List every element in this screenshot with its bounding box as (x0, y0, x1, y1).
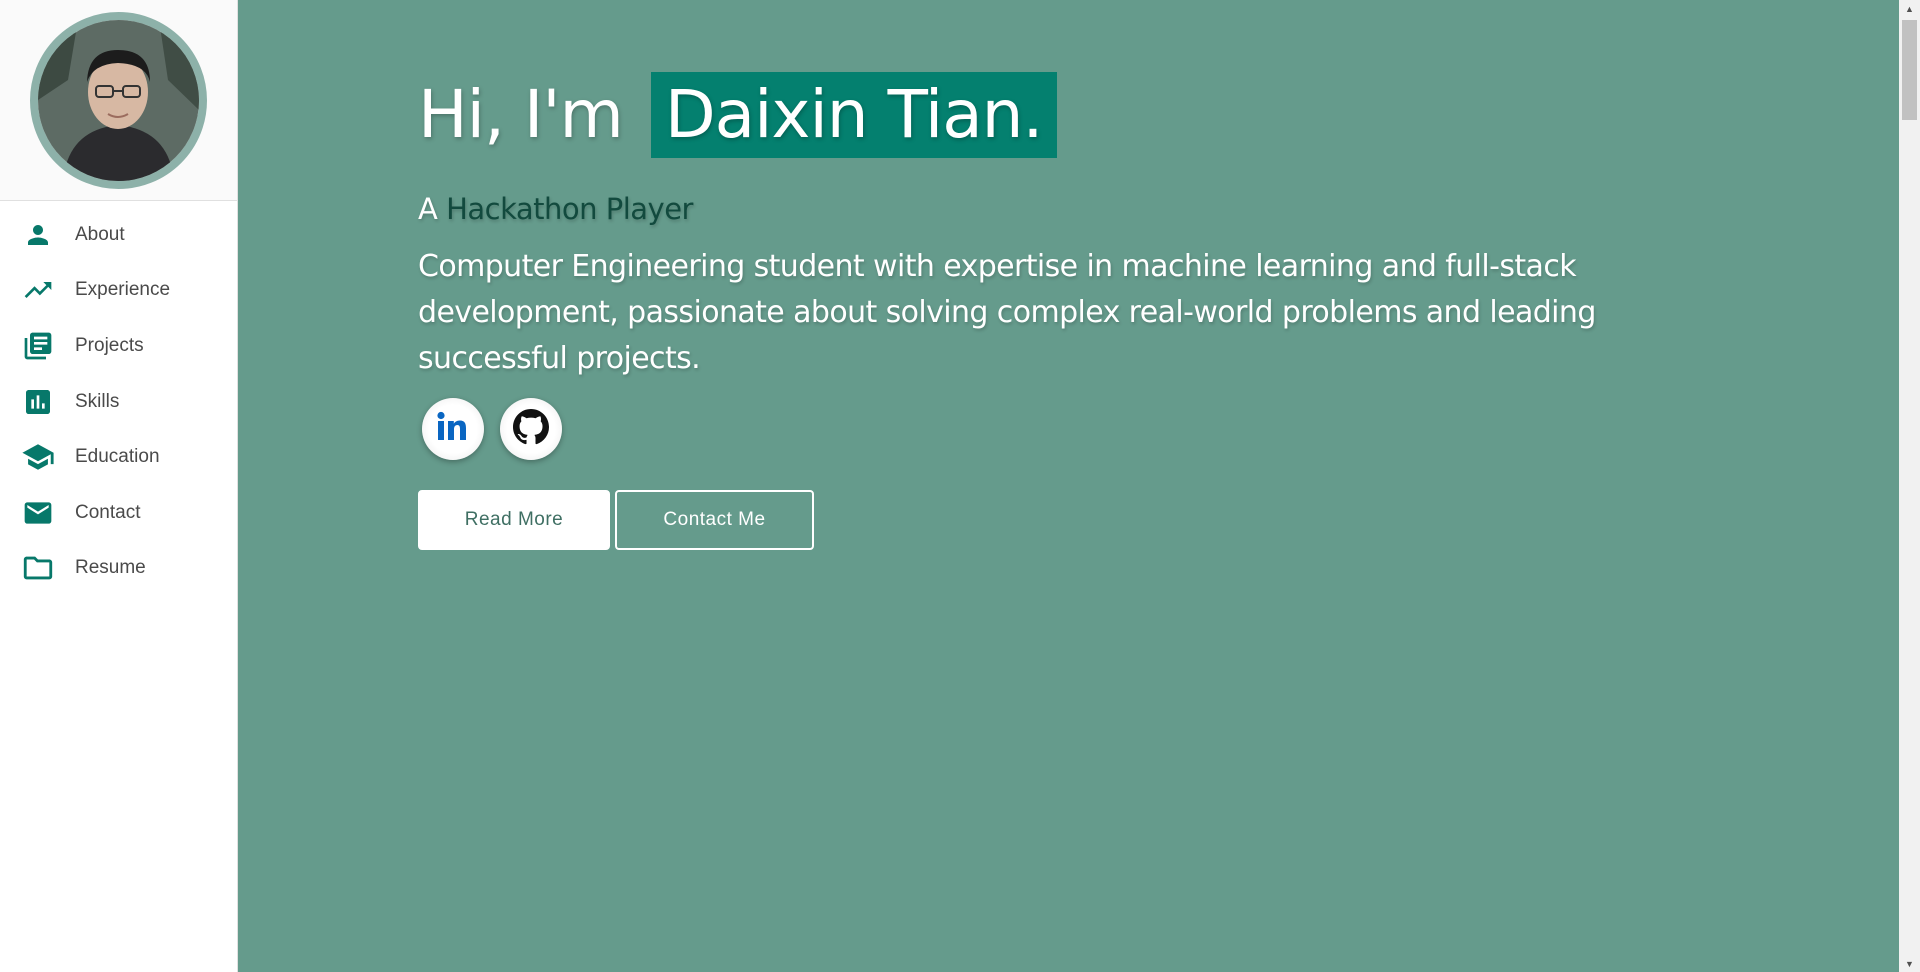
sidebar-item-contact[interactable]: Contact (0, 485, 237, 541)
hero-greeting: Hi, I'm (418, 76, 624, 153)
hero-name: Daixin Tian. (650, 72, 1057, 158)
trending-up-icon (20, 272, 56, 308)
sidebar-item-label: Resume (75, 557, 146, 579)
hero-role-prefix: A (418, 192, 438, 226)
sidebar-item-resume[interactable]: Resume (0, 541, 237, 597)
sidebar: About Experience Projects Skills Educati… (0, 0, 238, 972)
folder-icon (20, 550, 56, 586)
sidebar-item-experience[interactable]: Experience (0, 263, 237, 319)
scroll-thumb[interactable] (1902, 20, 1917, 120)
person-icon (20, 217, 56, 253)
sidebar-item-label: About (75, 223, 125, 245)
sidebar-item-skills[interactable]: Skills (0, 374, 237, 430)
sidebar-item-projects[interactable]: Projects (0, 318, 237, 374)
hero-section: Hi, I'm Daixin Tian. A Hackathon Player … (238, 0, 1899, 972)
github-button[interactable] (500, 398, 562, 460)
cta-buttons: Read More Contact Me (418, 490, 1818, 550)
hero-description: Computer Engineering student with expert… (418, 249, 1596, 376)
sidebar-item-label: Skills (75, 390, 120, 412)
hero-role: A Hackathon Player (418, 192, 1818, 226)
linkedin-icon (435, 409, 471, 450)
avatar (30, 11, 207, 189)
bar-chart-icon (20, 384, 56, 420)
library-books-icon (20, 328, 56, 364)
page-scrollbar[interactable]: ▲ ▼ (1899, 0, 1920, 972)
github-icon (513, 408, 549, 450)
mail-icon (20, 495, 56, 531)
hero-role-text: Hackathon Player (446, 192, 693, 226)
sidebar-item-label: Education (75, 446, 160, 468)
contact-me-button[interactable]: Contact Me (615, 490, 814, 550)
read-more-button[interactable]: Read More (418, 490, 610, 550)
social-links (418, 398, 1818, 460)
hero-title: Hi, I'm Daixin Tian. (418, 72, 1818, 158)
sidebar-nav: About Experience Projects Skills Educati… (0, 201, 237, 596)
avatar-photo (38, 19, 199, 181)
sidebar-item-label: Contact (75, 501, 141, 523)
scroll-down-icon[interactable]: ▼ (1899, 955, 1920, 972)
sidebar-item-label: Experience (75, 279, 171, 301)
school-icon (20, 439, 56, 475)
linkedin-button[interactable] (422, 398, 484, 460)
sidebar-item-about[interactable]: About (0, 207, 237, 263)
sidebar-item-label: Projects (75, 334, 144, 356)
hero-content: Hi, I'm Daixin Tian. A Hackathon Player … (418, 72, 1818, 550)
scroll-up-icon[interactable]: ▲ (1899, 0, 1920, 17)
sidebar-header (0, 0, 237, 201)
sidebar-item-education[interactable]: Education (0, 429, 237, 485)
